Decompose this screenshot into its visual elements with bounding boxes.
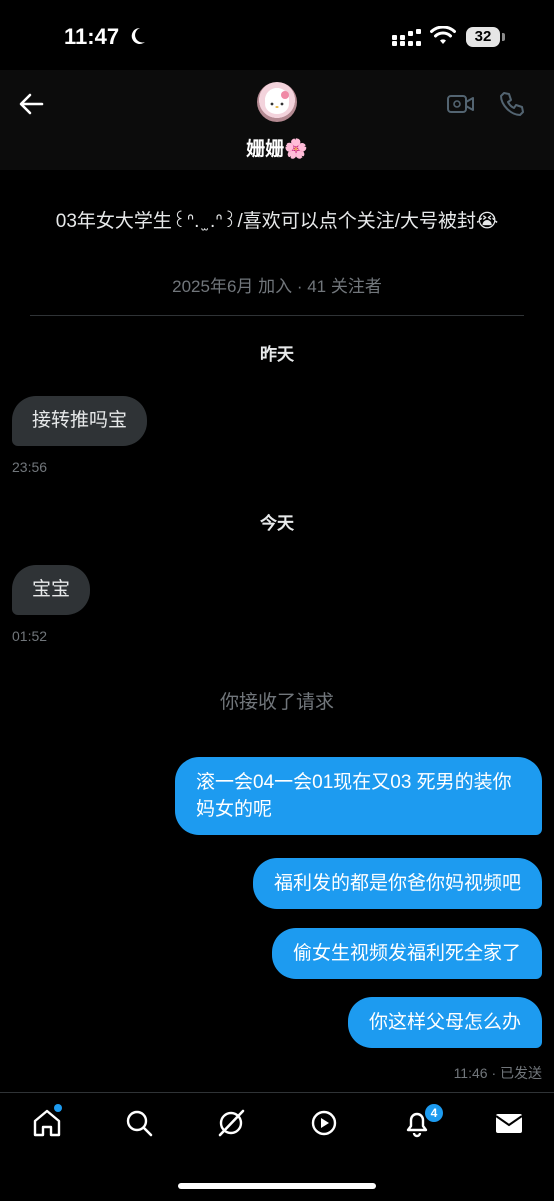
phone-call-icon[interactable] bbox=[498, 90, 526, 118]
incoming-message[interactable]: 接转推吗宝 bbox=[12, 396, 148, 446]
contact-name[interactable]: 姗姗🌸 bbox=[0, 134, 554, 161]
message-timestamp: 23:56 bbox=[12, 459, 48, 475]
battery-tip bbox=[502, 33, 505, 41]
messages-envelope-icon[interactable] bbox=[494, 1108, 524, 1138]
profile-bio: 03年女大学生꒰ᐢ. ̫ .ᐢ꒱/喜欢可以点个关注/大号被封😭 bbox=[55, 211, 499, 232]
home-notification-dot bbox=[54, 1104, 62, 1112]
grok-icon[interactable] bbox=[216, 1108, 246, 1138]
status-time: 11:47 bbox=[64, 24, 120, 49]
date-separator-today: 今天 bbox=[260, 514, 294, 533]
battery-indicator: 32 bbox=[466, 27, 500, 47]
notifications-badge: 4 bbox=[425, 1104, 443, 1122]
home-icon[interactable] bbox=[32, 1108, 62, 1138]
outgoing-message[interactable]: 偷女生视频发福利死全家了 bbox=[271, 928, 542, 979]
search-icon[interactable] bbox=[124, 1108, 154, 1138]
request-accepted-notice: 你接收了请求 bbox=[219, 692, 334, 713]
cellular-signal-icon bbox=[392, 29, 421, 46]
message-timestamp: 01:52 bbox=[12, 628, 48, 644]
outgoing-message[interactable]: 福利发的都是你爸你妈视频吧 bbox=[252, 858, 542, 909]
profile-joined-followers: 2025年6月 加入 · 41 关注者 bbox=[172, 277, 382, 296]
avatar[interactable] bbox=[257, 82, 297, 122]
moon-icon bbox=[131, 27, 145, 44]
home-indicator bbox=[178, 1183, 376, 1189]
back-arrow-icon[interactable] bbox=[18, 92, 44, 116]
message-sent-status: 11:46 · 已发送 bbox=[453, 1065, 542, 1081]
video-call-icon[interactable] bbox=[446, 92, 476, 116]
wifi-icon bbox=[430, 26, 456, 44]
incoming-message[interactable]: 宝宝 bbox=[12, 565, 91, 615]
date-separator-yesterday: 昨天 bbox=[260, 345, 294, 364]
outgoing-message[interactable]: 滚一会04一会01现在又03 死男的装你妈女的呢 bbox=[175, 757, 542, 835]
outgoing-message[interactable]: 你这样父母怎么办 bbox=[347, 997, 542, 1048]
video-tab-icon[interactable] bbox=[309, 1108, 339, 1138]
divider bbox=[30, 315, 524, 316]
